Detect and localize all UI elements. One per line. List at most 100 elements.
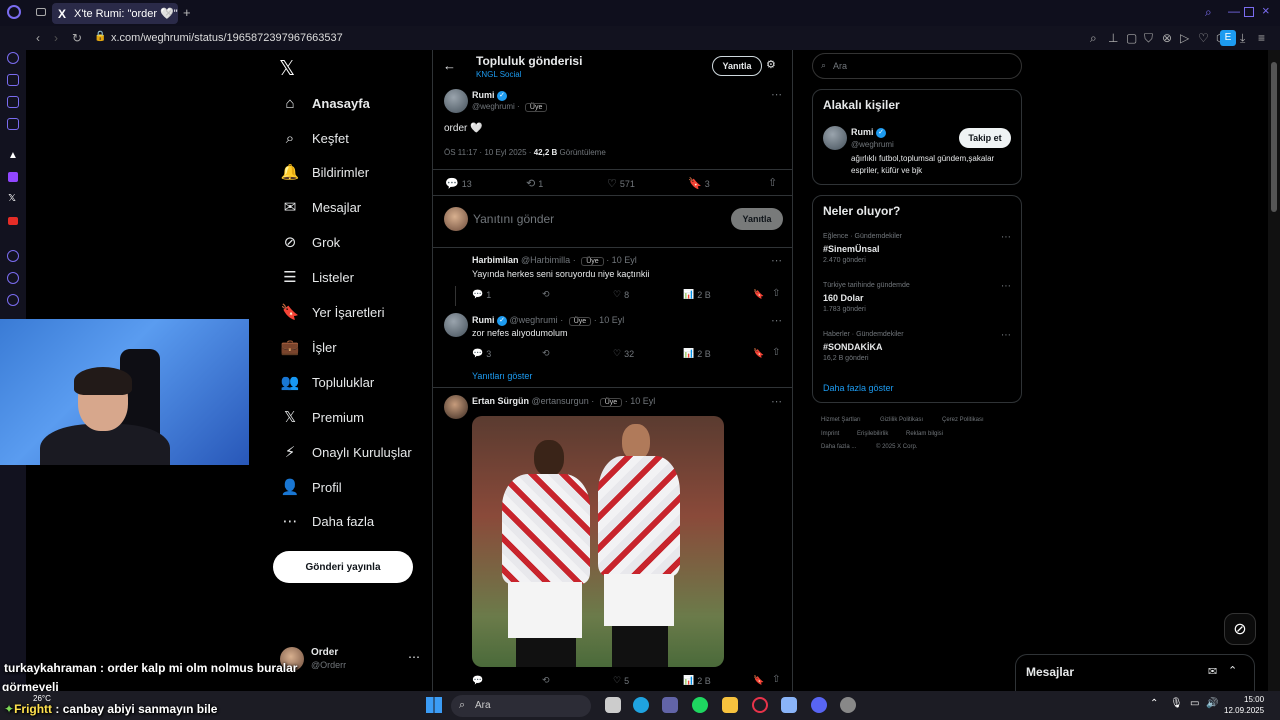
file-explorer-icon[interactable] — [722, 697, 738, 713]
bookmark-icon[interactable]: 🔖 — [753, 348, 764, 359]
composer-reply-button[interactable]: Yanıtla — [731, 208, 783, 230]
share-icon[interactable]: ⇧ — [772, 347, 780, 358]
follow-button[interactable]: Takip et — [959, 128, 1011, 148]
sidebar-app-icon[interactable] — [7, 96, 19, 108]
footer-link[interactable]: Erişilebilirlik — [857, 431, 888, 437]
reload-icon[interactable]: ↻ — [72, 31, 82, 45]
reply-2-header[interactable]: Rumi ✓ @weghrumi · Üye · 10 Eyl — [472, 315, 624, 326]
bookmark-icon[interactable]: 🔖 — [753, 675, 764, 686]
vpn-icon[interactable]: ⛉ — [1144, 31, 1153, 46]
footer-link[interactable]: Çerez Politikası — [942, 417, 984, 423]
nav-notifications[interactable]: 🔔 Bildirimler — [280, 157, 369, 187]
system-clock[interactable]: 15:00 12.09.2025 — [1224, 694, 1264, 716]
page-scrollbar[interactable] — [1268, 50, 1280, 691]
main-post-avatar[interactable] — [444, 89, 468, 113]
views-action[interactable]: 📊 2 B — [683, 289, 711, 300]
reply-2-avatar[interactable] — [444, 313, 468, 337]
app-taskbar-icon[interactable] — [781, 697, 797, 713]
post-image[interactable] — [472, 416, 724, 667]
microphone-icon[interactable]: 🎙 — [1170, 698, 1183, 709]
trend-more-icon[interactable]: ⋯ — [1001, 281, 1011, 292]
share-icon[interactable]: ⇧ — [772, 674, 780, 685]
youtube-icon[interactable] — [8, 217, 18, 225]
pin-icon[interactable]: ⊥ — [1108, 31, 1118, 45]
post-time[interactable]: ÖS 11:17 · 10 Eyl 2025 · — [444, 148, 531, 157]
reply-input[interactable]: Yanıtını gönder — [473, 212, 554, 226]
x-logo-icon[interactable]: 𝕏 — [279, 56, 295, 81]
share-icon[interactable]: ⇧ — [768, 176, 777, 189]
x-sidebar-icon[interactable]: 𝕏 — [8, 193, 16, 204]
network-icon[interactable]: ▭ — [1190, 698, 1199, 709]
share-icon[interactable]: ⇧ — [772, 288, 780, 299]
new-tab-button[interactable]: + — [183, 5, 191, 20]
edge-icon[interactable] — [633, 697, 649, 713]
show-replies-link[interactable]: Yanıtları göster — [472, 371, 532, 381]
reply-action[interactable]: 💬 3 — [472, 348, 491, 359]
adblock-icon[interactable]: ⊗ — [1162, 31, 1172, 45]
repost-icon[interactable]: ⟲ — [542, 348, 550, 359]
back-arrow-icon[interactable]: ← — [443, 58, 456, 73]
heart-icon[interactable]: ♡ — [1198, 31, 1209, 45]
third-post-avatar[interactable] — [444, 395, 468, 419]
reply-1-header[interactable]: Harbimilan @Harbimilla · Üye · 10 Eyl — [472, 255, 637, 266]
back-icon[interactable]: ‹ — [36, 31, 40, 45]
views-action[interactable]: 📊 2 B — [683, 348, 711, 359]
community-name[interactable]: KNGL Social — [476, 70, 522, 79]
sidebar-app-icon[interactable] — [7, 74, 19, 86]
maximize-icon[interactable] — [1244, 7, 1254, 17]
related-avatar[interactable] — [823, 126, 847, 150]
windows-start-icon[interactable] — [426, 697, 442, 713]
filter-icon[interactable]: ⚙ — [766, 58, 776, 71]
close-tab-icon[interactable]: × — [165, 6, 172, 20]
discord-icon[interactable] — [811, 697, 827, 713]
nav-jobs[interactable]: 💼 İşler — [280, 332, 337, 362]
grok-fab-icon[interactable]: ⊘ — [1224, 613, 1256, 645]
snapshot-icon[interactable]: ▢ — [1126, 31, 1137, 45]
like-action[interactable]: ♡ 5 — [613, 675, 629, 686]
post-button[interactable]: Gönderi yayınla — [273, 551, 413, 583]
third-post-header[interactable]: Ertan Sürgün @ertansurgun · Üye · 10 Eyl — [472, 396, 655, 407]
nav-more[interactable]: ⋯ Daha fazla — [280, 506, 375, 536]
history-icon[interactable] — [7, 272, 19, 284]
settings-icon[interactable] — [7, 294, 19, 306]
play-icon[interactable]: ▷ — [1180, 31, 1189, 45]
header-reply-button[interactable]: Yanıtla — [712, 56, 762, 76]
nav-verified-orgs[interactable]: ⚡ Onaylı Kuruluşlar — [280, 437, 412, 467]
footer-link[interactable]: Hizmet Şartları — [821, 417, 861, 423]
reply-action[interactable]: 💬 1 — [472, 289, 491, 300]
footer-link[interactable]: Imprint — [821, 431, 839, 437]
menu-icon[interactable]: ≡ — [1258, 31, 1265, 45]
main-post-more-icon[interactable]: ⋯ — [771, 88, 782, 101]
search-input[interactable]: ⌕ Ara — [812, 53, 1022, 79]
like-action[interactable]: ♡ 32 — [613, 348, 634, 359]
trend-more-icon[interactable]: ⋯ — [1001, 232, 1011, 243]
spotify-icon[interactable] — [692, 697, 708, 713]
sidebar-app-icon[interactable] — [7, 118, 19, 130]
messages-drawer[interactable]: Mesajlar ✉ ⌃ — [1015, 654, 1255, 691]
show-more-link[interactable]: Daha fazla göster — [823, 383, 894, 393]
download-icon[interactable]: ⤓ — [1240, 31, 1245, 46]
nav-communities[interactable]: 👥 Topluluklar — [280, 367, 375, 397]
related-name-line[interactable]: Rumi ✓ — [851, 127, 887, 138]
footer-link[interactable]: Reklam bilgisi — [906, 431, 943, 437]
footer-link[interactable]: Gizlilik Politikası — [880, 417, 923, 423]
app-taskbar-icon[interactable] — [840, 697, 856, 713]
bookmark-icon[interactable]: 🔖 — [753, 289, 764, 300]
account-more-icon[interactable]: ⋯ — [408, 650, 420, 664]
author-handle[interactable]: @weghrumi — [472, 102, 515, 111]
repost-icon[interactable]: ⟲ — [542, 675, 550, 686]
nav-profile[interactable]: 👤 Profil — [280, 472, 342, 502]
trend-more-icon[interactable]: ⋯ — [1001, 330, 1011, 341]
views-action[interactable]: 📊 2 B — [683, 675, 711, 686]
aria-icon[interactable]: ▲ — [8, 150, 18, 161]
opera-taskbar-icon[interactable] — [752, 697, 768, 713]
zoom-icon[interactable]: ⌕ — [1090, 31, 1097, 46]
reply-more-icon[interactable]: ⋯ — [771, 254, 782, 267]
tray-chevron-icon[interactable]: ⌃ — [1150, 698, 1158, 709]
browser-tab[interactable]: X X'te Rumi: "order 🤍" / X × — [52, 3, 178, 24]
nav-grok[interactable]: ⊘ Grok — [280, 227, 340, 257]
forward-icon[interactable]: › — [54, 31, 58, 45]
footer-link[interactable]: Daha fazla ... — [821, 444, 856, 450]
like-action[interactable]: ♡ 571 — [607, 177, 635, 190]
minimize-icon[interactable]: — — [1228, 4, 1240, 18]
